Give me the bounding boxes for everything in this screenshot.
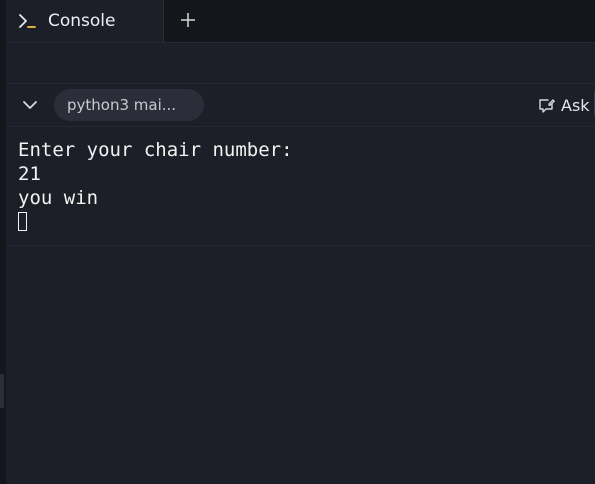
text-cursor [18,212,27,231]
tab-label: Console [48,11,116,31]
toolbar [6,43,595,115]
resize-handle[interactable] [0,374,4,408]
session-pill[interactable]: python3 mai... [54,89,204,121]
tab-bar: Console [6,0,595,43]
console-line: Enter your chair number: [18,139,293,161]
terminal-prompt-icon [19,14,36,28]
session-header: python3 mai... Ask [6,84,595,127]
console-output[interactable]: Enter your chair number: 21 you win [6,127,595,246]
console-pane: Console python3 mai... Ask Enter your ch… [0,0,595,484]
session-pill-label: python3 mai... [67,96,177,114]
plus-icon [181,13,195,27]
chevron-down-icon[interactable] [20,95,40,115]
tab-console[interactable]: Console [6,0,164,42]
chat-edit-icon [539,98,555,113]
console-text: Enter your chair number: 21 you win [18,138,293,234]
console-line: you win [18,187,99,209]
ask-label: Ask [561,95,590,115]
ask-button[interactable]: Ask [538,94,590,116]
add-tab-button[interactable] [176,8,200,32]
console-line: 21 [18,163,41,185]
console-input-line[interactable] [18,210,293,234]
